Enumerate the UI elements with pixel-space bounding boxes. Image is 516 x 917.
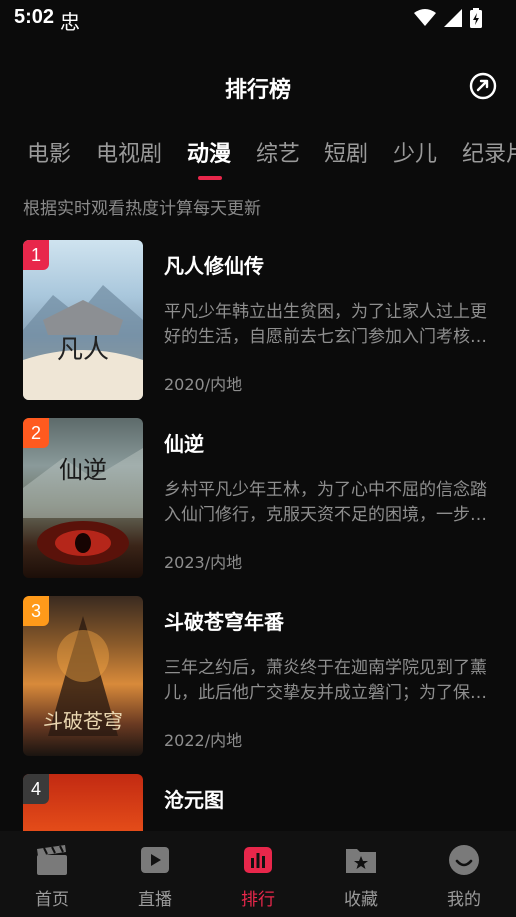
- bottom-nav: 首页 直播 排行 收藏 我的: [0, 831, 516, 917]
- status-app-icon: 忠: [60, 10, 80, 34]
- play-icon: [141, 847, 169, 873]
- wifi-icon: [414, 9, 436, 26]
- poster-image: 斗破苍穹 3: [23, 596, 143, 756]
- rank-badge: 2: [23, 418, 49, 448]
- tab-tv-series[interactable]: 电视剧: [96, 136, 162, 168]
- tab-documentary[interactable]: 纪录片: [462, 136, 516, 168]
- svg-text:斗破苍穹: 斗破苍穹: [43, 709, 123, 733]
- nav-label: 首页: [35, 890, 69, 910]
- item-title: 凡人修仙传: [164, 254, 264, 278]
- tab-movie[interactable]: 电影: [27, 136, 71, 168]
- nav-label: 直播: [138, 890, 172, 910]
- chart-icon: [244, 847, 272, 873]
- item-title: 仙逆: [164, 432, 204, 456]
- status-bar: 5:02 忠: [0, 0, 516, 36]
- poster-image: 仙逆 2: [23, 418, 143, 578]
- svg-text:仙逆: 仙逆: [59, 456, 107, 484]
- share-icon: [469, 72, 497, 100]
- list-item[interactable]: 斗破苍穹 3 斗破苍穹年番 三年之约后，萧炎终于在迦南学院见到了薰儿，此后他广交…: [0, 596, 516, 758]
- poster-image: 4: [23, 774, 143, 831]
- ranking-list: 凡人 1 凡人修仙传 平凡少年韩立出生贫困，为了让家人过上更好的生活，自愿前去七…: [0, 240, 516, 831]
- nav-home[interactable]: 首页: [2, 843, 102, 910]
- rank-badge: 4: [23, 774, 49, 804]
- rank-badge: 1: [23, 240, 49, 270]
- poster-image: 凡人 1: [23, 240, 143, 400]
- page-title: 排行榜: [224, 78, 291, 103]
- nav-profile[interactable]: 我的: [414, 843, 514, 910]
- item-description: 三年之约后，萧炎终于在迦南学院见到了薰儿，此后他广交挚友并成立磐门；为了保护身边…: [164, 658, 487, 703]
- tab-short-drama[interactable]: 短剧: [324, 136, 368, 168]
- tab-variety[interactable]: 综艺: [256, 136, 300, 168]
- ranking-subtitle: 根据实时观看热度计算每天更新: [23, 199, 261, 219]
- item-meta: 2022/内地: [164, 731, 243, 750]
- nav-favorites[interactable]: 收藏: [311, 843, 411, 910]
- nav-label: 排行: [241, 890, 275, 910]
- status-icons: [414, 7, 482, 29]
- signal-icon: [444, 9, 462, 27]
- item-description: 乡村平凡少年王林，为了心中不屈的信念踏入仙门修行，克服天资不足的困境，一步步踏上…: [164, 480, 487, 525]
- smile-icon: [449, 845, 479, 875]
- status-time: 5:02: [14, 6, 55, 28]
- share-button[interactable]: [468, 71, 498, 101]
- item-title: 沧元图: [164, 788, 224, 812]
- tab-kids[interactable]: 少儿: [393, 136, 437, 168]
- list-item[interactable]: 凡人 1 凡人修仙传 平凡少年韩立出生贫困，为了让家人过上更好的生活，自愿前去七…: [0, 240, 516, 402]
- clapperboard-icon: [37, 845, 67, 875]
- header: 排行榜: [0, 62, 516, 112]
- item-title: 斗破苍穹年番: [164, 610, 284, 634]
- category-tabs: 电影 电视剧 动漫 综艺 短剧 少儿 纪录片: [0, 132, 516, 182]
- rank-badge: 3: [23, 596, 49, 626]
- active-tab-indicator: [198, 176, 222, 180]
- item-description: 平凡少年韩立出生贫困，为了让家人过上更好的生活，自愿前去七玄门参加入门考核，最终…: [164, 302, 487, 347]
- tab-anime[interactable]: 动漫: [187, 136, 231, 168]
- nav-label: 收藏: [344, 890, 378, 910]
- list-item[interactable]: 4 沧元图: [0, 774, 516, 831]
- folder-star-icon: [346, 849, 376, 873]
- item-meta: 2023/内地: [164, 553, 243, 572]
- battery-icon: [470, 8, 482, 28]
- nav-live[interactable]: 直播: [105, 843, 205, 910]
- item-meta: 2020/内地: [164, 375, 243, 394]
- svg-text:凡人: 凡人: [57, 335, 109, 365]
- list-item[interactable]: 仙逆 2 仙逆 乡村平凡少年王林，为了心中不屈的信念踏入仙门修行，克服天资不足的…: [0, 418, 516, 580]
- nav-label: 我的: [447, 890, 481, 910]
- nav-ranking[interactable]: 排行: [208, 843, 308, 910]
